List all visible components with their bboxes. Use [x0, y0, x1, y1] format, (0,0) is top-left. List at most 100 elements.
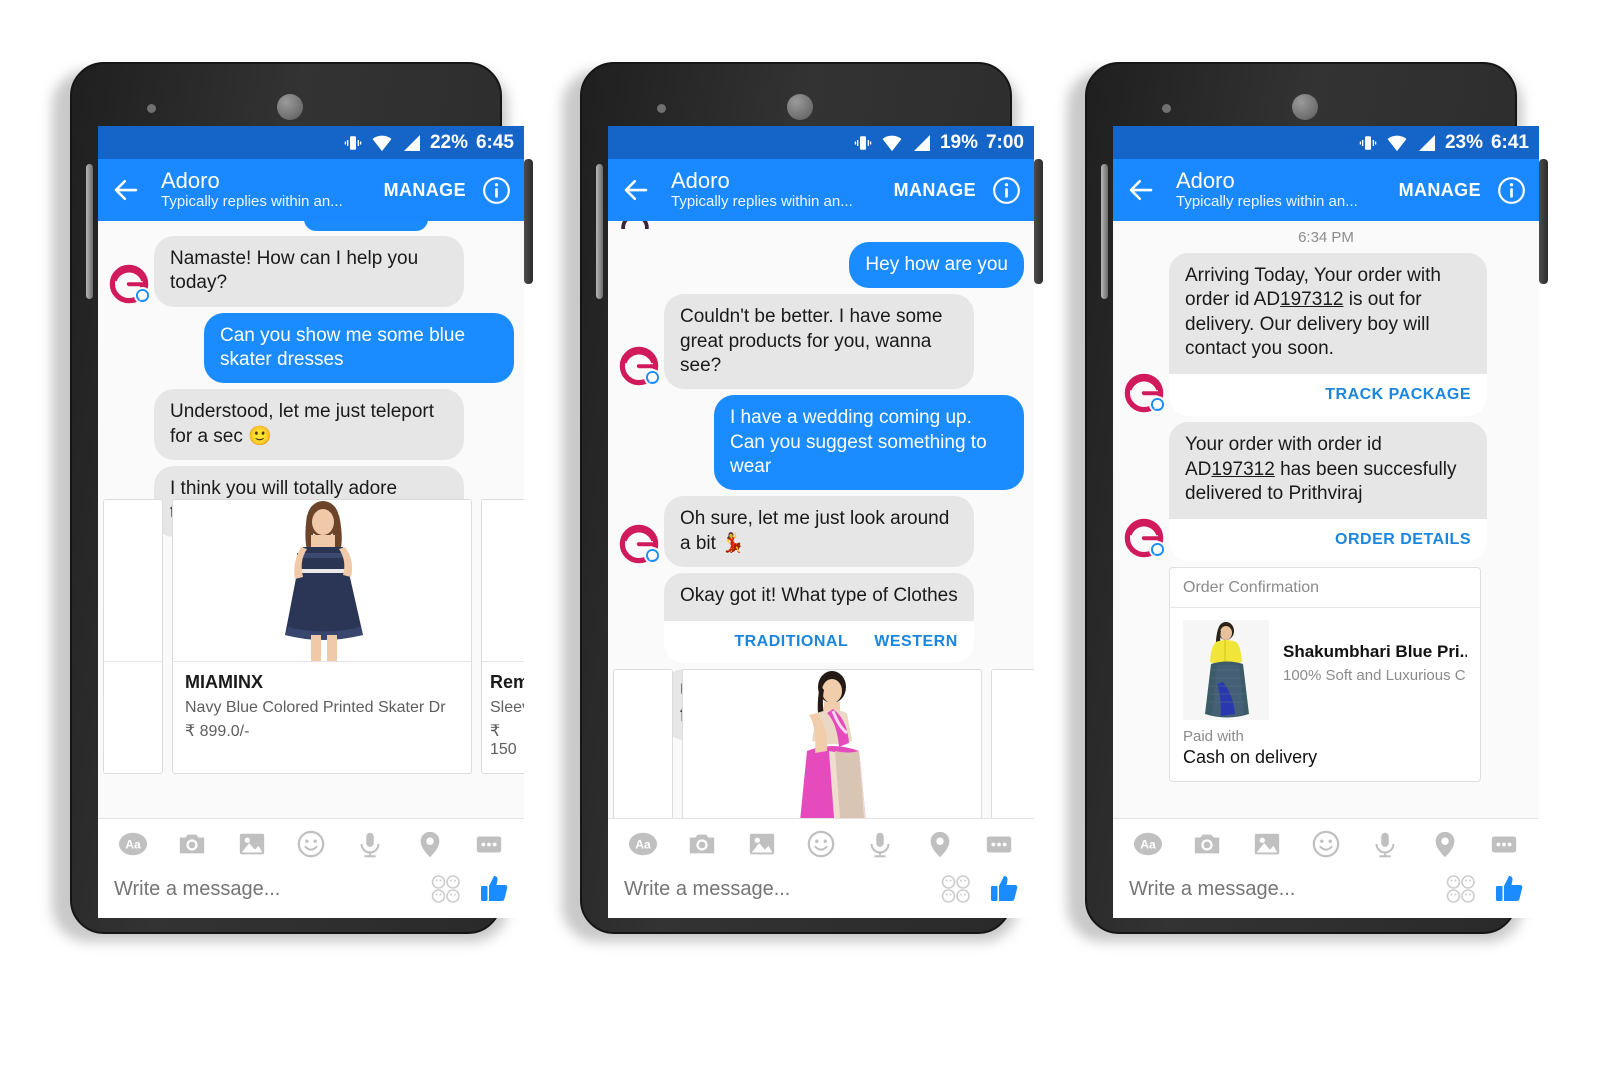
location-icon[interactable] — [1430, 829, 1460, 859]
location-icon[interactable] — [925, 829, 955, 859]
conversation-2[interactable]: Hey how are you Couldn't be better. I ha… — [608, 221, 1034, 818]
emoji-grid-icon[interactable] — [1445, 874, 1477, 904]
conversation-title-block[interactable]: Adoro Typically replies within an... — [1176, 169, 1399, 210]
power-button[interactable] — [1539, 159, 1548, 284]
avatar — [618, 523, 661, 565]
wifi-icon — [1387, 135, 1407, 151]
product-card-partial-right[interactable]: Rem Sleev ₹ 150 — [481, 499, 524, 774]
gallery-icon[interactable] — [747, 829, 777, 859]
conversation-title-block[interactable]: Adoro Typically replies within an... — [671, 169, 894, 210]
thumbs-up-icon[interactable] — [478, 873, 510, 905]
emoji-grid-icon[interactable] — [940, 874, 972, 904]
more-icon[interactable] — [984, 829, 1014, 859]
gallery-icon[interactable] — [1252, 829, 1282, 859]
message-input[interactable] — [112, 877, 430, 901]
sticker-icon[interactable] — [296, 829, 326, 859]
camera-icon[interactable] — [177, 829, 207, 859]
microphone-icon[interactable] — [355, 829, 385, 859]
message-row-receipt: Order Confirmation Shakumbhari Blue Pri.… — [1113, 564, 1539, 785]
bot-message-bubble: Couldn't be better. I have some great pr… — [664, 294, 974, 390]
message-row-template: Okay got it! What type of Clothes TRADIT… — [608, 570, 1034, 666]
product-carousel[interactable] — [608, 669, 1034, 818]
phone-device-2: 19% 7:00 Adoro Typically replies within … — [558, 62, 1043, 942]
vibrate-icon — [1359, 135, 1377, 150]
product-carousel[interactable]: MIAMINX Navy Blue Colored Printed Skater… — [98, 499, 524, 774]
camera-icon[interactable] — [1192, 829, 1222, 859]
info-icon[interactable] — [992, 176, 1021, 205]
svg-text:Aa: Aa — [635, 838, 651, 852]
manage-button[interactable]: MANAGE — [894, 180, 976, 201]
back-button[interactable] — [1126, 175, 1156, 205]
manage-button[interactable]: MANAGE — [384, 180, 466, 201]
message-input[interactable] — [622, 877, 940, 901]
manage-button[interactable]: MANAGE — [1399, 180, 1481, 201]
product-card[interactable]: MIAMINX Navy Blue Colored Printed Skater… — [172, 499, 472, 774]
status-bar-3: 23% 6:41 — [1113, 126, 1539, 159]
composer-1: Aa — [98, 818, 524, 918]
vibrate-icon — [854, 135, 872, 150]
order-id: 197312 — [1211, 458, 1275, 480]
volume-button[interactable] — [596, 164, 603, 299]
info-icon[interactable] — [1497, 176, 1526, 205]
text-format-icon[interactable]: Aa — [118, 829, 148, 859]
text-format-icon[interactable]: Aa — [628, 829, 658, 859]
battery-percent: 22% — [429, 131, 468, 153]
order-details-button[interactable]: ORDER DETAILS — [1335, 531, 1471, 549]
sticker-icon[interactable] — [1311, 829, 1341, 859]
thumbs-up-icon[interactable] — [988, 873, 1020, 905]
wifi-icon — [882, 135, 902, 151]
product-card-partial-right[interactable] — [991, 669, 1034, 818]
more-icon[interactable] — [474, 829, 504, 859]
composer-tools: Aa — [98, 819, 524, 865]
composer-input-row[interactable] — [1113, 865, 1539, 918]
product-card-partial-left[interactable] — [613, 669, 673, 818]
avatar-slot — [1123, 372, 1169, 416]
avatar-slot — [618, 523, 664, 567]
camera-icon[interactable] — [687, 829, 717, 859]
composer-input-row[interactable] — [608, 865, 1034, 918]
product-card-partial-left[interactable] — [103, 499, 163, 774]
composer-2: Aa — [608, 818, 1034, 918]
track-package-button[interactable]: TRACK PACKAGE — [1325, 386, 1471, 404]
back-button[interactable] — [621, 175, 651, 205]
location-icon[interactable] — [415, 829, 445, 859]
messenger-badge-icon — [644, 546, 661, 564]
info-icon[interactable] — [482, 176, 511, 205]
conversation-1[interactable]: Namaste! How can I help you today? Can y… — [98, 221, 524, 818]
product-image — [104, 500, 162, 662]
conversation-title-block[interactable]: Adoro Typically replies within an... — [161, 169, 384, 210]
traditional-button[interactable]: TRADITIONAL — [734, 633, 848, 651]
composer-tools: Aa — [608, 819, 1034, 865]
power-button[interactable] — [1034, 159, 1043, 284]
message-row-template: Your order with order id AD197312 has be… — [1113, 419, 1539, 564]
power-button[interactable] — [524, 159, 533, 284]
order-confirmation-receipt[interactable]: Order Confirmation Shakumbhari Blue Pri.… — [1169, 567, 1481, 783]
volume-button[interactable] — [1101, 164, 1108, 299]
more-icon[interactable] — [1489, 829, 1519, 859]
product-card[interactable] — [682, 669, 982, 818]
phone-screen-2: 19% 7:00 Adoro Typically replies within … — [608, 126, 1034, 918]
western-button[interactable]: WESTERN — [874, 633, 958, 651]
page-subtitle: Typically replies within an... — [1176, 192, 1358, 210]
conversation-3[interactable]: 6:34 PM Arriving Today, Your order with … — [1113, 221, 1539, 818]
volume-button[interactable] — [86, 164, 93, 299]
message-row: Understood, let me just teleport for a s… — [98, 386, 524, 463]
order-id: 197312 — [1280, 289, 1344, 311]
quick-reply-template: Okay got it! What type of Clothes TRADIT… — [664, 572, 974, 664]
page-title: Adoro — [671, 168, 730, 194]
emoji-grid-icon[interactable] — [430, 874, 462, 904]
composer-input-row[interactable] — [98, 865, 524, 918]
page-subtitle: Typically replies within an... — [161, 192, 343, 210]
microphone-icon[interactable] — [1370, 829, 1400, 859]
microphone-icon[interactable] — [865, 829, 895, 859]
back-button[interactable] — [111, 175, 141, 205]
message-input[interactable] — [1127, 877, 1445, 901]
text-format-icon[interactable]: Aa — [1133, 829, 1163, 859]
avatar-slot — [1123, 517, 1169, 561]
thumbs-up-icon[interactable] — [1493, 873, 1525, 905]
sticker-icon[interactable] — [806, 829, 836, 859]
product-image-pink-saree — [683, 670, 981, 818]
gallery-icon[interactable] — [237, 829, 267, 859]
vibrate-icon — [344, 135, 362, 150]
template-text: Your order with order id AD197312 has be… — [1169, 422, 1487, 519]
